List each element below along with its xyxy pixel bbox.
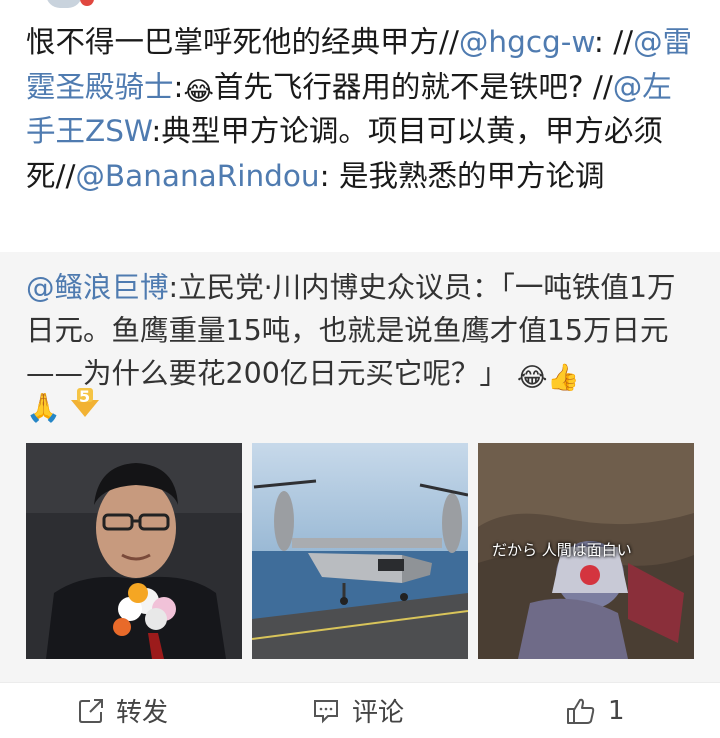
mention-link[interactable]: @BananaRindou: [75, 159, 319, 193]
pray-emoji-icon: 🙏: [26, 391, 61, 424]
notification-dot: [80, 0, 94, 6]
repost-button[interactable]: 转发: [78, 683, 168, 738]
anime-subtitle: だから 人間は面白い: [492, 541, 632, 559]
post-text-segment: 首先飞行器用的就不是铁吧? //: [213, 69, 613, 104]
post-text-segment: :: [173, 69, 184, 104]
thumbs-up-icon: [566, 697, 596, 725]
repost-text: @鳋浪巨博:立民党·川内博史众议员：「一吨铁值1万日元。鱼鹰重量15吨，也就是说…: [26, 266, 694, 395]
post-text: 恨不得一巴掌呼死他的经典甲方//@hgcg-w: //@雷霆圣殿骑士:😂首先飞行…: [26, 20, 694, 198]
reposted-weibo[interactable]: @鳋浪巨博:立民党·川内博史众议员：「一吨铁值1万日元。鱼鹰重量15吨，也就是说…: [0, 252, 720, 682]
image-thumbnail-politician[interactable]: [26, 443, 242, 659]
comment-button[interactable]: 评论: [312, 683, 404, 738]
repost-label: 转发: [116, 698, 169, 728]
like-count: 1: [608, 695, 625, 726]
action-bar: 转发 评论 1: [0, 682, 720, 738]
mention-link[interactable]: @hgcg-w: [459, 25, 594, 59]
post-text-segment: : //: [593, 25, 634, 59]
avatar[interactable]: [46, 0, 82, 8]
laugh-cry-emoji-icon: 😂: [516, 363, 548, 393]
image-thumbnail-osprey[interactable]: [252, 443, 468, 659]
five-digit: 5: [78, 387, 91, 406]
gold-five-emoji-icon: 5: [68, 386, 102, 420]
thumbs-up-emoji-icon: 👍: [547, 363, 580, 393]
post-text-segment: : 是我熟悉的甲方论调: [319, 158, 605, 193]
share-icon: [78, 698, 104, 724]
comment-icon: [312, 698, 340, 724]
like-button[interactable]: 1: [566, 683, 625, 738]
repost-author-link[interactable]: @鳋浪巨博: [26, 271, 169, 304]
emoji-row: 🙏 5: [26, 386, 102, 430]
image-grid: だから 人間は面白い: [26, 443, 694, 659]
comment-label: 评论: [352, 698, 405, 728]
top-strip: [0, 0, 720, 14]
laugh-cry-emoji-icon: 😂: [183, 76, 214, 107]
post-text-segment: 恨不得一巴掌呼死他的经典甲方//: [26, 25, 459, 59]
image-thumbnail-anime[interactable]: だから 人間は面白い: [478, 443, 694, 659]
